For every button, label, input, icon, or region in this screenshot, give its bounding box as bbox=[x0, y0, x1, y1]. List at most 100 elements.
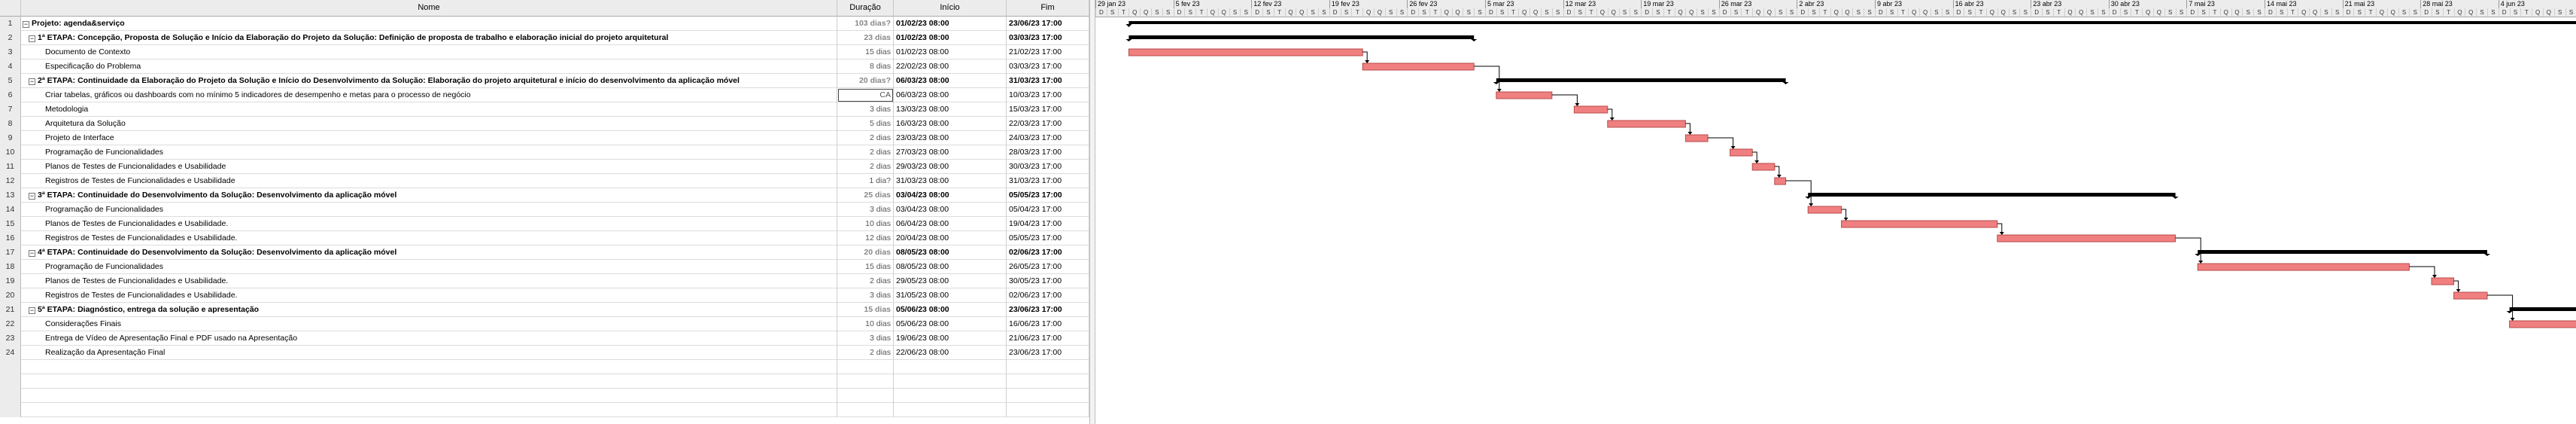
task-bar[interactable] bbox=[1607, 120, 1686, 128]
table-row[interactable]: 9 Projeto de Interface 2 dias 23/03/23 08:0… bbox=[0, 131, 1089, 145]
task-name-cell[interactable]: Arquitetura da Solução bbox=[21, 117, 837, 131]
summary-bar[interactable] bbox=[2198, 250, 2487, 254]
empty-cell[interactable] bbox=[21, 403, 837, 417]
task-name-cell[interactable]: Entrega de Vídeo de Apresentação Final e… bbox=[21, 331, 837, 346]
start-cell[interactable]: 08/05/23 08:00 bbox=[894, 246, 1007, 260]
start-column-header[interactable]: Início bbox=[894, 0, 1007, 17]
empty-cell[interactable] bbox=[1007, 374, 1089, 389]
task-name-cell[interactable]: −1ª ETAPA: Concepção, Proposta de Soluçã… bbox=[21, 31, 837, 45]
duration-cell[interactable]: 3 dias bbox=[837, 288, 894, 303]
duration-cell[interactable]: 25 dias bbox=[837, 188, 894, 203]
start-cell[interactable]: 01/02/23 08:00 bbox=[894, 17, 1007, 31]
table-row[interactable]: 23 Entrega de Vídeo de Apresentação Final… bbox=[0, 331, 1089, 346]
row-number[interactable]: 13 bbox=[0, 188, 21, 203]
start-cell[interactable]: 05/06/23 08:00 bbox=[894, 303, 1007, 317]
empty-row[interactable] bbox=[0, 374, 1089, 389]
task-name-cell[interactable]: −2ª ETAPA: Continuidade da Elaboração do… bbox=[21, 74, 837, 88]
empty-cell[interactable] bbox=[837, 374, 894, 389]
start-cell[interactable]: 03/04/23 08:00 bbox=[894, 203, 1007, 217]
row-number[interactable]: 2 bbox=[0, 31, 21, 45]
finish-cell[interactable]: 02/06/23 17:00 bbox=[1007, 246, 1089, 260]
task-name-cell[interactable]: Metodologia bbox=[21, 102, 837, 117]
row-number[interactable]: 9 bbox=[0, 131, 21, 145]
table-row[interactable]: 21−5ª ETAPA: Diagnóstico, entrega da sol… bbox=[0, 303, 1089, 317]
start-cell[interactable]: 06/03/23 08:00 bbox=[894, 88, 1007, 102]
task-bar[interactable] bbox=[1807, 206, 1842, 214]
summary-bar[interactable] bbox=[1129, 35, 1475, 39]
duration-cell[interactable]: 1 dia? bbox=[837, 174, 894, 188]
row-number[interactable]: 3 bbox=[0, 45, 21, 59]
row-number[interactable]: 4 bbox=[0, 59, 21, 74]
pane-splitter[interactable] bbox=[1089, 0, 1095, 424]
start-cell[interactable]: 31/03/23 08:00 bbox=[894, 174, 1007, 188]
table-row[interactable]: 13−3ª ETAPA: Continuidade do Desenvolvim… bbox=[0, 188, 1089, 203]
task-name-cell[interactable]: Projeto de Interface bbox=[21, 131, 837, 145]
summary-bar-start-cap[interactable] bbox=[1125, 24, 1132, 27]
empty-cell[interactable] bbox=[837, 360, 894, 374]
finish-cell[interactable]: 24/03/23 17:00 bbox=[1007, 131, 1089, 145]
duration-cell[interactable]: 2 dias bbox=[837, 131, 894, 145]
empty-row[interactable] bbox=[0, 389, 1089, 403]
task-name-cell[interactable]: Criar tabelas, gráficos ou dashboards co… bbox=[21, 88, 837, 102]
row-number[interactable]: 15 bbox=[0, 217, 21, 231]
start-cell[interactable]: 01/02/23 08:00 bbox=[894, 31, 1007, 45]
task-bar[interactable] bbox=[1751, 163, 1776, 171]
finish-cell[interactable]: 21/06/23 17:00 bbox=[1007, 331, 1089, 346]
table-row[interactable]: 19 Planos de Testes de Funcionalidades e … bbox=[0, 274, 1089, 288]
duration-cell[interactable]: 8 dias bbox=[837, 59, 894, 74]
finish-cell[interactable]: 21/02/23 17:00 bbox=[1007, 45, 1089, 59]
table-row[interactable]: 3 Documento de Contexto 15 dias 01/02/23 08… bbox=[0, 45, 1089, 59]
task-name-cell[interactable]: −3ª ETAPA: Continuidade do Desenvolvimen… bbox=[21, 188, 837, 203]
task-bar[interactable] bbox=[1997, 234, 2177, 243]
table-row[interactable]: 2−1ª ETAPA: Concepção, Proposta de Soluç… bbox=[0, 31, 1089, 45]
duration-cell[interactable]: 5 dias bbox=[837, 117, 894, 131]
summary-bar[interactable] bbox=[1808, 193, 2176, 197]
duration-cell[interactable]: 2 dias bbox=[837, 160, 894, 174]
start-cell[interactable]: 13/03/23 08:00 bbox=[894, 102, 1007, 117]
task-bar[interactable] bbox=[2509, 320, 2576, 328]
finish-cell[interactable]: 30/05/23 17:00 bbox=[1007, 274, 1089, 288]
task-bar[interactable] bbox=[2453, 291, 2488, 300]
table-row[interactable]: 18 Programação de Funcionalidades 15 dias 0… bbox=[0, 260, 1089, 274]
start-cell[interactable]: 01/02/23 08:00 bbox=[894, 45, 1007, 59]
finish-cell[interactable]: 22/03/23 17:00 bbox=[1007, 117, 1089, 131]
duration-cell[interactable]: 2 dias bbox=[837, 274, 894, 288]
table-row[interactable]: 12 Registros de Testes de Funcionalidades… bbox=[0, 174, 1089, 188]
finish-cell[interactable]: 15/03/23 17:00 bbox=[1007, 102, 1089, 117]
task-name-cell[interactable]: Planos de Testes de Funcionalidades e Us… bbox=[21, 217, 837, 231]
table-row[interactable]: 22 Considerações Finais 10 dias 05/06/23 08… bbox=[0, 317, 1089, 331]
table-row[interactable]: 15 Planos de Testes de Funcionalidades e … bbox=[0, 217, 1089, 231]
finish-cell[interactable]: 23/06/23 17:00 bbox=[1007, 346, 1089, 360]
row-number[interactable]: 24 bbox=[0, 346, 21, 360]
duration-cell[interactable]: 2 dias bbox=[837, 346, 894, 360]
table-row[interactable]: 6 Criar tabelas, gráficos ou dashboards c… bbox=[0, 88, 1089, 102]
task-name-cell[interactable]: Registros de Testes de Funcionalidades e… bbox=[21, 288, 837, 303]
row-number[interactable]: 6 bbox=[0, 88, 21, 102]
task-name-cell[interactable]: Programação de Funcionalidades bbox=[21, 145, 837, 160]
collapse-toggle-icon[interactable]: − bbox=[29, 35, 35, 42]
row-number[interactable]: 17 bbox=[0, 246, 21, 260]
summary-bar-end-cap[interactable] bbox=[2484, 254, 2490, 256]
summary-bar-end-cap[interactable] bbox=[2172, 197, 2179, 199]
task-bar[interactable] bbox=[1128, 48, 1363, 56]
empty-row[interactable] bbox=[0, 360, 1089, 374]
task-name-cell[interactable]: Documento de Contexto bbox=[21, 45, 837, 59]
collapse-toggle-icon[interactable]: − bbox=[29, 193, 35, 200]
table-row[interactable]: 8 Arquitetura da Solução 5 dias 16/03/23 08… bbox=[0, 117, 1089, 131]
empty-cell[interactable] bbox=[1007, 360, 1089, 374]
finish-cell[interactable]: 03/03/23 17:00 bbox=[1007, 31, 1089, 45]
duration-cell[interactable]: 10 dias bbox=[837, 317, 894, 331]
finish-cell[interactable]: 05/05/23 17:00 bbox=[1007, 231, 1089, 246]
row-number-header[interactable] bbox=[0, 0, 21, 17]
task-name-cell[interactable]: Considerações Finais bbox=[21, 317, 837, 331]
start-cell[interactable]: 22/02/23 08:00 bbox=[894, 59, 1007, 74]
duration-cell[interactable]: 3 dias bbox=[837, 102, 894, 117]
table-row[interactable]: 1− Projeto: agenda&serviço 103 dias? 01/02/… bbox=[0, 17, 1089, 31]
row-number[interactable]: 16 bbox=[0, 231, 21, 246]
summary-bar-end-cap[interactable] bbox=[1782, 82, 1789, 84]
finish-cell[interactable]: 03/03/23 17:00 bbox=[1007, 59, 1089, 74]
collapse-toggle-icon[interactable]: − bbox=[29, 307, 35, 314]
start-cell[interactable]: 08/05/23 08:00 bbox=[894, 260, 1007, 274]
start-cell[interactable]: 29/05/23 08:00 bbox=[894, 274, 1007, 288]
row-number[interactable]: 18 bbox=[0, 260, 21, 274]
